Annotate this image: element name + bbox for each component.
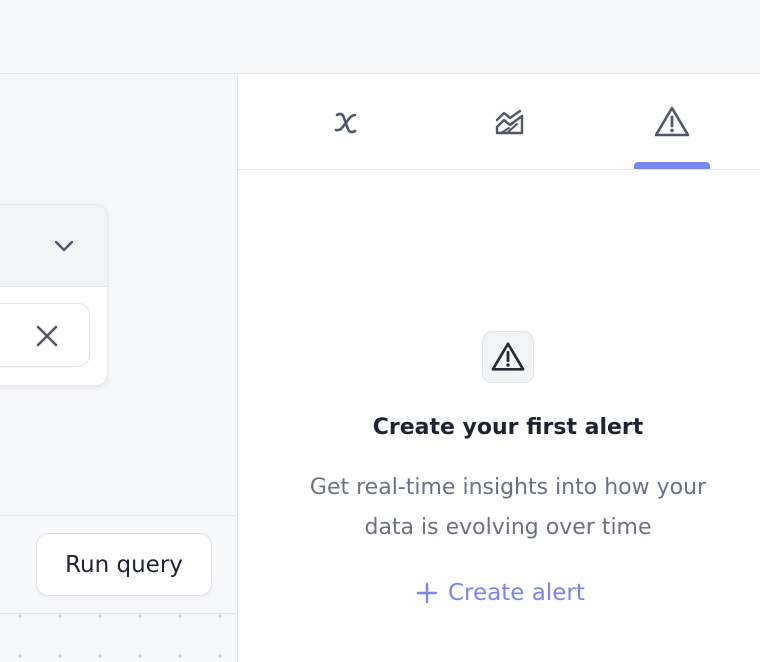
empty-state-description: Get real-time insights into how your dat… <box>309 475 707 540</box>
alert-triangle-icon <box>654 106 690 137</box>
chart-area-icon <box>495 109 524 135</box>
side-panel: Create your first alert Get real-time in… <box>238 74 760 662</box>
empty-state-title: Create your first alert <box>372 415 644 440</box>
filter-card <box>0 204 108 386</box>
run-query-button[interactable]: Run query <box>36 533 212 596</box>
empty-state-icon <box>482 331 534 383</box>
top-bar <box>0 0 760 74</box>
chevron-down-icon[interactable] <box>53 238 75 254</box>
side-panel-tabs <box>238 74 760 170</box>
query-pane: Run query <box>0 74 238 662</box>
create-alert-label: Create alert <box>448 580 585 606</box>
create-alert-button[interactable]: Create alert <box>416 576 585 610</box>
divider <box>0 515 237 516</box>
filter-card-header[interactable] <box>0 205 107 287</box>
tab-variables[interactable] <box>306 74 386 170</box>
alerts-empty-state: Create your first alert Get real-time in… <box>238 170 760 662</box>
alert-triangle-icon <box>491 342 525 371</box>
active-tab-indicator <box>634 162 710 169</box>
close-icon[interactable] <box>34 323 60 349</box>
variable-x-icon <box>334 112 357 134</box>
dotted-canvas <box>0 614 237 662</box>
plus-icon <box>416 582 438 604</box>
tab-alerts[interactable] <box>632 74 712 170</box>
filter-chip[interactable] <box>0 303 90 367</box>
tab-charts[interactable] <box>470 74 550 170</box>
